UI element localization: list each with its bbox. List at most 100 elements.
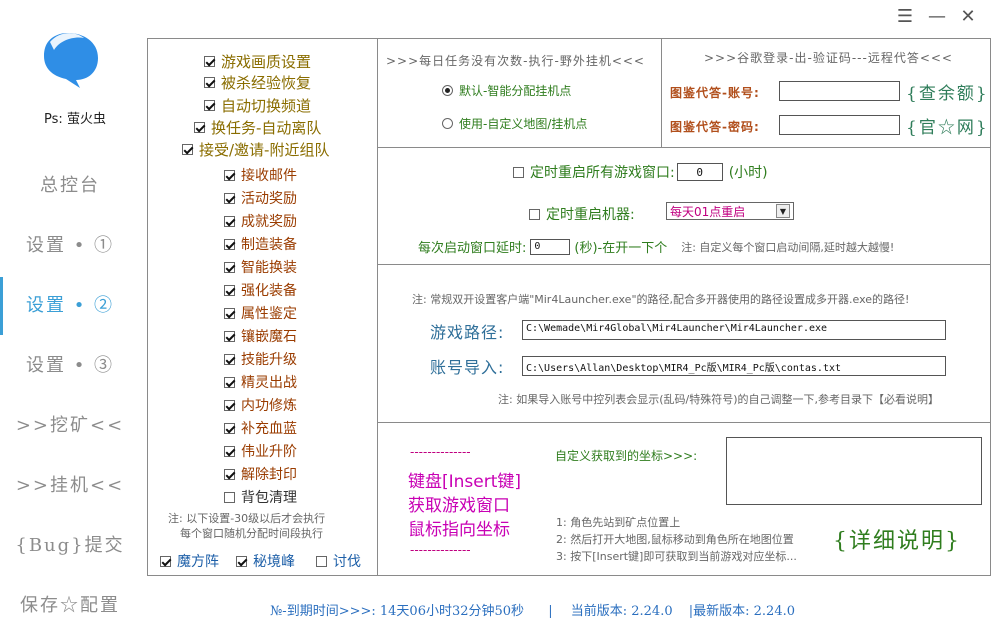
- minimize-icon[interactable]: —: [926, 6, 948, 27]
- restart-machine-label: 定时重启机器:: [546, 207, 635, 223]
- checkbox[interactable]: [204, 77, 215, 88]
- game-path-input[interactable]: C:\Wemade\Mir4Global\Mir4Launcher\Mir4La…: [522, 320, 946, 340]
- startup-delay-input[interactable]: 0: [530, 238, 571, 255]
- option-attribute-appraise[interactable]: 属性鉴定: [224, 303, 297, 323]
- checkbox[interactable]: [224, 376, 235, 388]
- option-bag-clean[interactable]: 背包清理: [224, 487, 297, 507]
- startup-delay-row: 每次启动窗口延时: 0 (秒)-在开一下个 注: 自定义每个窗口启动间隔,延时越…: [418, 237, 894, 256]
- daily-task-title: >>>每日任务没有次数-执行-野外挂机<<<: [386, 54, 645, 68]
- option-label: 技能升级: [241, 352, 297, 368]
- option-spirit-deploy[interactable]: 精灵出战: [224, 372, 297, 392]
- nav-settings-2[interactable]: 设置 • ②: [0, 276, 140, 336]
- coords-label: 自定义获取到的坐标>>>:: [555, 449, 698, 463]
- account-import-input[interactable]: C:\Users\Allan\Desktop\MIR4_Pc版\MIR4_Pc版…: [522, 356, 946, 376]
- option-death-exp[interactable]: 被杀经验恢复: [204, 72, 311, 93]
- option-label: 接受/邀请-附近组队: [199, 141, 330, 159]
- checkbox[interactable]: [224, 422, 235, 434]
- options-panel: 游戏画质设置 被杀经验恢复 自动切换频道 换任务-自动离队 接受/邀请-附近组队…: [147, 38, 378, 576]
- checkbox[interactable]: [224, 330, 235, 342]
- detail-link[interactable]: {详细说明}: [833, 523, 961, 555]
- daily-task-panel: >>>每日任务没有次数-执行-野外挂机<<< 默认-智能分配挂机点 使用-自定义…: [377, 38, 662, 148]
- option-inlay-stone[interactable]: 镶嵌魔石: [224, 326, 297, 346]
- option-label: 背包清理: [241, 490, 297, 506]
- nav-save-config[interactable]: 保存☆配置: [0, 576, 140, 630]
- option-label: 智能换装: [241, 260, 297, 276]
- option-channel-switch[interactable]: 自动切换频道: [204, 95, 311, 116]
- option-label: 自动切换频道: [221, 97, 312, 115]
- checkbox[interactable]: [224, 307, 235, 319]
- option-enhance-equipment[interactable]: 强化装备: [224, 280, 297, 300]
- checkbox[interactable]: [224, 284, 235, 296]
- nav-settings-1[interactable]: 设置 • ①: [0, 216, 140, 276]
- option-achievement-reward[interactable]: 成就奖励: [224, 211, 297, 231]
- checkbox[interactable]: [204, 56, 215, 67]
- option-label: 接收邮件: [241, 168, 297, 184]
- checkbox[interactable]: [182, 144, 193, 155]
- checkbox[interactable]: [204, 100, 215, 111]
- option-achievement-rank[interactable]: 伟业升阶: [224, 441, 297, 461]
- account-input[interactable]: [779, 81, 900, 101]
- checkbox[interactable]: [224, 399, 235, 411]
- options-note-line2: 每个窗口随机分配时间段执行: [180, 527, 323, 540]
- checkbox[interactable]: [160, 555, 171, 567]
- radio-custom-map[interactable]: 使用-自定义地图/挂机点: [442, 115, 587, 132]
- google-login-title: >>>谷歌登录-出-验证码---远程代答<<<: [704, 51, 953, 65]
- checkbox[interactable]: [224, 468, 235, 480]
- option-leave-team[interactable]: 换任务-自动离队: [194, 117, 321, 138]
- restart-time-select[interactable]: 每天01点重启 ▼: [666, 202, 794, 220]
- option-label: 解除封印: [241, 467, 297, 483]
- checkbox[interactable]: [224, 353, 235, 365]
- checkbox[interactable]: [224, 261, 235, 273]
- option-restart-machine[interactable]: 定时重启机器:: [529, 204, 635, 224]
- option-graphics[interactable]: 游戏画质设置: [204, 51, 311, 72]
- checkbox[interactable]: [529, 208, 540, 220]
- coords-output-box[interactable]: [726, 437, 982, 505]
- coords-step3: 3: 按下[Insert键]即可获取到当前游戏对应坐标...: [556, 550, 797, 563]
- nav-mining[interactable]: >>挖矿<<: [0, 396, 140, 456]
- query-balance-link[interactable]: {查余额}: [906, 79, 989, 104]
- option-activity-reward[interactable]: 活动奖励: [224, 188, 297, 208]
- sidebar: Ps: 萤火虫 总控台 设置 • ① 设置 • ② 设置 • ③ >>挖矿<< …: [0, 0, 140, 630]
- checkbox[interactable]: [224, 192, 235, 204]
- nav-settings-3[interactable]: 设置 • ③: [0, 336, 140, 396]
- option-restart-windows[interactable]: 定时重启所有游戏窗口: 0 (小时): [513, 162, 768, 182]
- checkbox[interactable]: [316, 555, 327, 567]
- nav-dashboard[interactable]: 总控台: [0, 156, 140, 216]
- startup-delay-note: 注: 自定义每个窗口启动间隔,延时越大越慢!: [681, 240, 895, 254]
- close-icon[interactable]: ✕: [957, 6, 979, 27]
- option-craft-equipment[interactable]: 制造装备: [224, 234, 297, 254]
- checkbox[interactable]: [224, 491, 235, 503]
- nav-bug-submit[interactable]: {Bug}提交: [0, 516, 140, 576]
- menu-icon[interactable]: ☰: [894, 6, 916, 27]
- radio-button[interactable]: [442, 85, 453, 96]
- official-site-link[interactable]: {官☆网}: [906, 113, 989, 138]
- option-skill-upgrade[interactable]: 技能升级: [224, 349, 297, 369]
- option-crusade[interactable]: 讨伐: [316, 551, 361, 571]
- option-rubik[interactable]: 魔方阵: [160, 551, 219, 571]
- option-unseal[interactable]: 解除封印: [224, 464, 297, 484]
- expiry-text: №-到期时间>>>: 14天06小时32分钟50秒: [270, 604, 525, 619]
- restart-hours-input[interactable]: 0: [676, 163, 723, 181]
- radio-button[interactable]: [442, 118, 453, 129]
- checkbox[interactable]: [224, 238, 235, 250]
- option-smart-equip[interactable]: 智能换装: [224, 257, 297, 277]
- checkbox[interactable]: [236, 555, 247, 567]
- option-refill-hp-mp[interactable]: 补充血蓝: [224, 418, 297, 438]
- checkbox[interactable]: [224, 169, 235, 181]
- coordinates-panel: -------------- 键盘[Insert键] 获取游戏窗口 鼠标指向坐标…: [377, 422, 991, 576]
- option-label: 制造装备: [241, 237, 297, 253]
- coords-hint-line3: 鼠标指向坐标: [408, 520, 510, 540]
- option-team-invite[interactable]: 接受/邀请-附近组队: [182, 139, 329, 160]
- checkbox[interactable]: [224, 215, 235, 227]
- checkbox[interactable]: [194, 122, 205, 133]
- checkbox[interactable]: [224, 445, 235, 457]
- radio-default-afk[interactable]: 默认-智能分配挂机点: [442, 82, 571, 99]
- option-secret-peak[interactable]: 秘境峰: [236, 551, 295, 571]
- password-input[interactable]: [779, 115, 900, 135]
- option-inner-training[interactable]: 内功修炼: [224, 395, 297, 415]
- option-mail[interactable]: 接收邮件: [224, 165, 297, 185]
- nav-afk[interactable]: >>挂机<<: [0, 456, 140, 516]
- chevron-down-icon[interactable]: ▼: [776, 204, 790, 218]
- option-label: 属性鉴定: [241, 306, 297, 322]
- checkbox[interactable]: [513, 166, 524, 178]
